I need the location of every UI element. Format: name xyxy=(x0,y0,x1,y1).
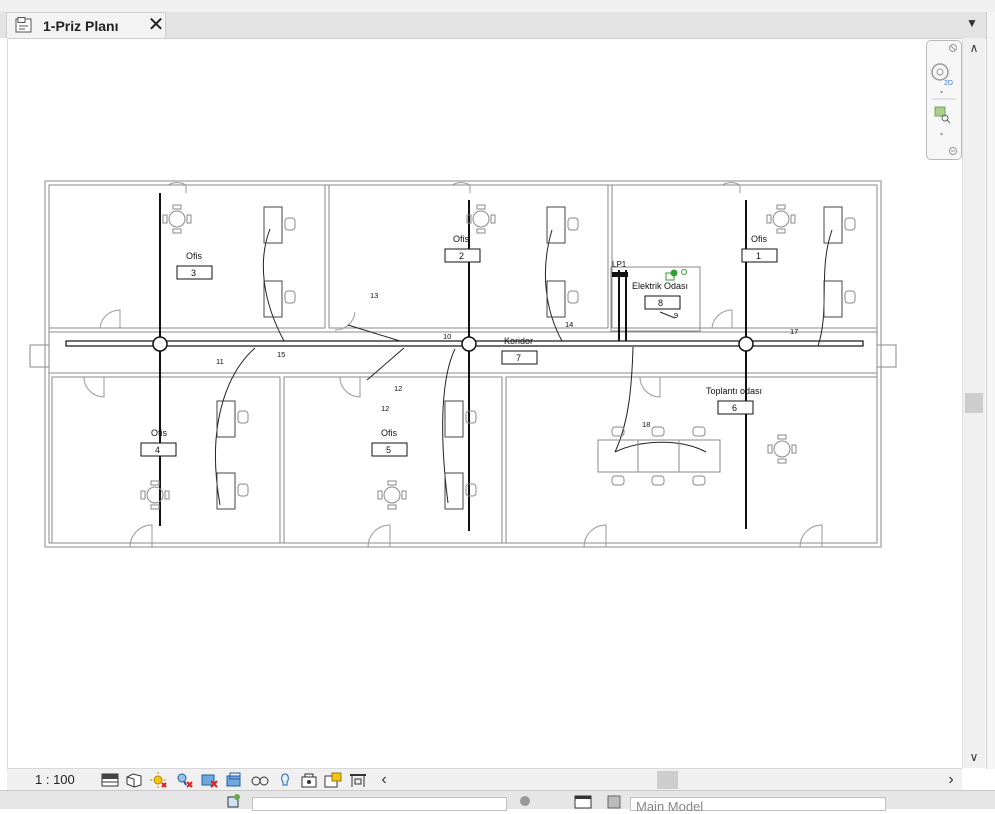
worksets-icon[interactable] xyxy=(226,793,242,809)
filter-icon[interactable] xyxy=(518,794,532,808)
scroll-up-icon[interactable]: ∧ xyxy=(963,41,985,57)
room-number: 6 xyxy=(732,403,737,413)
room-number: 7 xyxy=(516,353,521,363)
chevron-down-icon[interactable] xyxy=(940,133,943,136)
circuit-tag: 18 xyxy=(642,420,650,429)
circuit-tag: 12 xyxy=(394,384,402,393)
vertical-scrollbar[interactable]: ∧ ∨ xyxy=(962,38,985,768)
room-number: 1 xyxy=(756,251,761,261)
status-bar: Main Model xyxy=(0,790,995,814)
room-name: Ofis xyxy=(751,234,768,244)
room-name: Toplantı odası xyxy=(706,386,762,396)
room-name: Koridor xyxy=(504,336,533,346)
scroll-right-icon[interactable]: › xyxy=(943,770,959,790)
navigation-bar: 2D xyxy=(926,40,962,160)
scroll-left-icon[interactable]: ‹ xyxy=(376,770,392,790)
room-name: Ofis xyxy=(186,251,203,261)
panel-label: LP1 xyxy=(612,260,627,269)
circuit-tag: 12 xyxy=(381,404,389,413)
workset-selector[interactable] xyxy=(252,797,507,811)
lock-3d-icon[interactable] xyxy=(299,771,319,789)
svg-text:2D: 2D xyxy=(944,80,953,87)
room-number: 2 xyxy=(459,251,464,261)
horizontal-scroll-thumb[interactable] xyxy=(657,771,678,789)
chevron-down-icon[interactable] xyxy=(940,91,943,94)
room-number: 4 xyxy=(155,445,160,455)
circuit-wiring xyxy=(214,228,833,506)
temporary-view-properties-icon[interactable] xyxy=(323,771,343,789)
scroll-down-icon[interactable]: ∨ xyxy=(963,750,985,766)
circuit-tag: 13 xyxy=(370,291,378,300)
vertical-scroll-thumb[interactable] xyxy=(965,393,983,413)
active-model: Main Model xyxy=(636,799,704,814)
editing-requests-icon[interactable] xyxy=(606,793,622,809)
properties-panel-edge xyxy=(986,12,995,769)
circuit-tag: 10 xyxy=(443,332,451,341)
room-number: 3 xyxy=(191,268,196,278)
steering-wheel-2d-icon[interactable]: 2D xyxy=(931,63,953,87)
sun-path-icon[interactable] xyxy=(148,771,168,789)
circuit-tag: 9 xyxy=(674,311,678,320)
reveal-hidden-icon[interactable] xyxy=(275,771,295,789)
room-number: 5 xyxy=(386,445,391,455)
circuit-tag: 11 xyxy=(216,357,224,366)
room-name: Ofis xyxy=(381,428,398,438)
circuit-tag: 17 xyxy=(790,327,798,336)
room-number: 8 xyxy=(658,298,663,308)
close-icon[interactable] xyxy=(949,44,957,52)
zoom-region-icon[interactable] xyxy=(934,106,951,124)
crop-view-icon[interactable] xyxy=(199,771,219,789)
floor-plan-canvas[interactable]: LP1 Ofis 3 Ofis 2 Ofis 1 Elektrik Odası … xyxy=(0,0,962,768)
view-control-bar: 1 : 100 ‹ › xyxy=(7,768,962,791)
shadows-icon[interactable] xyxy=(174,771,194,789)
circuit-tag: 15 xyxy=(277,350,285,359)
visual-style-icon[interactable] xyxy=(124,771,144,789)
room-name: Elektrik Odası xyxy=(632,281,688,291)
room-name: Ofis xyxy=(453,234,470,244)
collapse-icon[interactable] xyxy=(949,147,957,155)
room-name: Ofis xyxy=(151,428,168,438)
panel-lp1[interactable]: LP1 xyxy=(612,260,687,281)
circuit-tag: 14 xyxy=(565,320,573,329)
view-scale[interactable]: 1 : 100 xyxy=(35,772,75,787)
conduit-junctions xyxy=(152,336,754,352)
detail-level-icon[interactable] xyxy=(100,771,120,789)
temporary-hide-icon[interactable] xyxy=(250,771,270,789)
design-options-icon[interactable] xyxy=(574,793,592,809)
worksharing-display-icon[interactable] xyxy=(348,771,368,789)
show-crop-icon[interactable] xyxy=(224,771,244,789)
chevron-down-icon[interactable]: ▼ xyxy=(962,16,982,34)
